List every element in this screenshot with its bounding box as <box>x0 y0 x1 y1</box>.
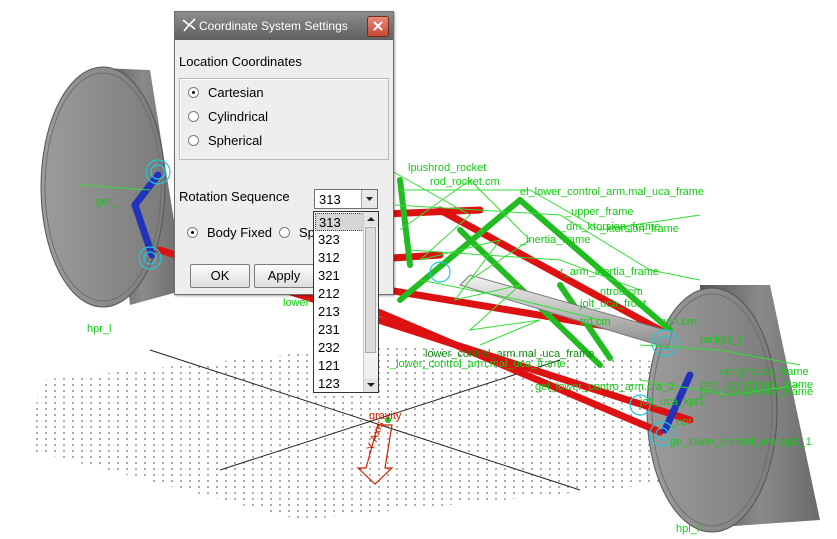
radio-cartesian[interactable]: Cartesian <box>188 82 264 102</box>
option-232[interactable]: 232 <box>315 339 364 357</box>
svg-text:rod_rocket.cm: rod_rocket.cm <box>430 176 500 188</box>
ok-button[interactable]: OK <box>190 264 250 288</box>
radio-label: Body Fixed <box>207 224 273 240</box>
svg-text:jolt_uca_kpf1: jolt_uca_kpf1 <box>639 396 705 408</box>
rotation-sequence-label: Rotation Sequence <box>179 189 290 204</box>
dialog-title: Coordinate System Settings <box>199 19 348 33</box>
radio-body-fixed[interactable]: Body Fixed <box>187 222 272 242</box>
radio-label: Spherical <box>208 132 263 148</box>
radio-indicator[interactable] <box>279 226 290 238</box>
option-231[interactable]: 231 <box>315 321 364 339</box>
svg-text:tor.kp1_f: tor.kp1_f <box>700 334 743 346</box>
svg-text:_ktorsion_frame: _ktorsion_frame <box>599 223 679 235</box>
svg-text:lower: lower <box>283 297 310 309</box>
svg-text:r_arm_inertia_frame: r_arm_inertia_frame <box>560 266 659 278</box>
radio-indicator[interactable] <box>187 226 198 238</box>
option-121[interactable]: 121 <box>315 357 364 375</box>
scroll-down-icon[interactable] <box>364 378 378 392</box>
radio-indicator[interactable] <box>188 134 199 146</box>
svg-text:trd.cm: trd.cm <box>580 316 611 328</box>
svg-text:_upr: _upr <box>669 416 692 428</box>
radio-space-fixed[interactable]: Sp <box>279 222 315 242</box>
dropdown-arrow-icon[interactable] <box>361 190 377 208</box>
radio-label: Cartesian <box>208 84 264 100</box>
svg-text:jolt_uca_front: jolt_uca_front <box>579 298 646 310</box>
option-312[interactable]: 312 <box>315 249 364 267</box>
radio-indicator[interactable] <box>188 86 199 98</box>
option-321[interactable]: 321 <box>315 267 364 285</box>
coordinates-group: Cartesian Cylindrical Spherical <box>179 78 389 160</box>
scroll-up-icon[interactable] <box>364 212 378 226</box>
option-313[interactable]: 313 <box>315 213 364 231</box>
close-button[interactable] <box>367 16 389 37</box>
svg-text:_inertia_frame: _inertia_frame <box>519 234 590 246</box>
3d-viewport[interactable]: -Y Axis hpr_l hpl_l gravity ger_ el_lowe… <box>0 0 837 539</box>
option-212[interactable]: 212 <box>315 285 364 303</box>
svg-text:el_lower_control_arm.mal_uca_f: el_lower_control_arm.mal_uca_frame <box>520 186 704 198</box>
svg-text:ntrod.cm: ntrod.cm <box>600 286 643 298</box>
svg-text:lpushrod_rocket: lpushrod_rocket <box>408 162 486 174</box>
listbox-scrollbar[interactable] <box>363 212 378 392</box>
scroll-thumb[interactable] <box>365 227 376 353</box>
svg-text:hpl_l: hpl_l <box>676 523 699 535</box>
apply-button[interactable]: Apply <box>254 264 314 288</box>
dialog-titlebar[interactable]: Coordinate System Settings <box>175 12 393 40</box>
svg-text:hpr_l: hpr_l <box>87 323 111 335</box>
rotation-sequence-value: 313 <box>319 192 341 207</box>
radio-cylindrical[interactable]: Cylindrical <box>188 106 268 126</box>
option-213[interactable]: 213 <box>315 303 364 321</box>
radio-spherical[interactable]: Spherical <box>188 130 262 150</box>
rotation-sequence-listbox[interactable]: 313 323 312 321 212 213 231 232 121 123 <box>313 211 379 393</box>
rotation-sequence-select[interactable]: 313 <box>314 189 378 209</box>
close-icon <box>373 21 383 31</box>
app-icon <box>182 18 196 32</box>
radio-label: Cylindrical <box>208 108 268 124</box>
svg-text:upright.uca_frame: upright.uca_frame <box>720 366 809 378</box>
svg-text:prin_upright.uca_frame: prin_upright.uca_frame <box>700 379 813 391</box>
option-123[interactable]: 123 <box>315 375 364 393</box>
location-coordinates-label: Location Coordinates <box>179 54 302 69</box>
svg-text:ge_lower_control_arm.kp2_1: ge_lower_control_arm.kp2_1 <box>670 436 812 448</box>
option-323[interactable]: 323 <box>315 231 364 249</box>
radio-indicator[interactable] <box>188 110 199 122</box>
svg-text:_lower_control_arm.mal_uca_fra: _lower_control_arm.mal_uca_frame <box>389 358 565 370</box>
svg-text:_upper_frame: _upper_frame <box>564 206 634 218</box>
svg-text:ger_: ger_ <box>96 196 119 208</box>
svg-text:prin.cm: prin.cm <box>660 316 696 328</box>
svg-text:gravity: gravity <box>369 410 402 422</box>
svg-text:gel_lower_contro_arm.cra_2: gel_lower_contro_arm.cra_2 <box>535 381 674 393</box>
